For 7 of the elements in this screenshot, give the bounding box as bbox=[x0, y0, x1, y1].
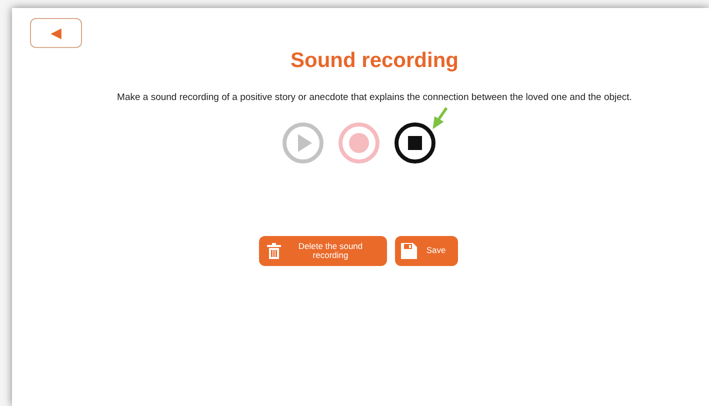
delete-recording-button[interactable]: Delete the sound recording bbox=[258, 236, 386, 266]
page-title: Sound recording bbox=[290, 48, 458, 74]
back-button[interactable]: ◄ bbox=[30, 18, 82, 48]
trash-icon bbox=[266, 242, 280, 259]
instruction-text: Make a sound recording of a positive story or anecdote that explains the connection between the loved one and the object. bbox=[117, 90, 632, 104]
stop-button[interactable] bbox=[394, 122, 436, 164]
save-button[interactable]: Save bbox=[394, 236, 458, 266]
